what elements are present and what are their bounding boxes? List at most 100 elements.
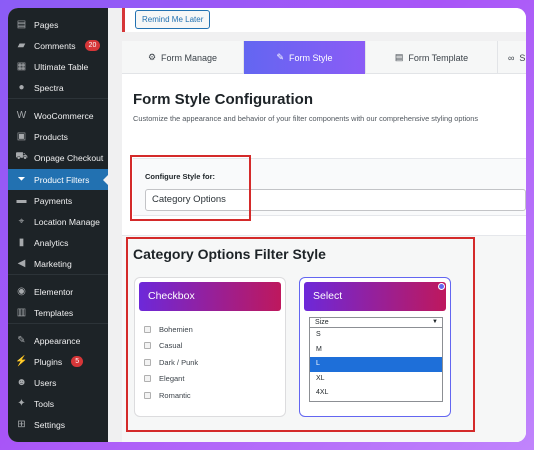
checkbox-input[interactable] (144, 342, 151, 350)
sidebar-item-plugins[interactable]: ⚡ Plugins 5 (8, 351, 108, 372)
elementor-icon: ◉ (17, 286, 26, 297)
checkbox-label: Dark / Punk (159, 357, 199, 367)
sidebar-item-label: Pages (34, 19, 59, 30)
sidebar-item-marketing[interactable]: ◀ Marketing (8, 253, 108, 274)
template-icon: ▤ (394, 52, 404, 62)
size-option[interactable]: M (310, 343, 442, 358)
size-option[interactable]: S (310, 328, 442, 343)
filter-icon: ⏷ (17, 174, 26, 185)
sidebar-item-product-filters[interactable]: ⏷ Product Filters (8, 169, 108, 190)
tab-label: Form Style (289, 52, 333, 63)
checkbox-option[interactable]: Elegant (144, 371, 198, 388)
size-option[interactable]: 4XL (310, 386, 442, 401)
size-select[interactable]: Size ▼ (309, 317, 443, 328)
sidebar-item-templates[interactable]: ▥ Templates (8, 302, 108, 323)
sidebar-divider (8, 323, 108, 324)
checkbox-label: Romantic (159, 390, 191, 400)
checkbox-input[interactable] (144, 391, 151, 399)
pages-icon: ▤ (16, 19, 27, 30)
checkbox-option[interactable]: Romantic (144, 387, 198, 404)
sidebar-item-label: Ultimate Table (34, 61, 89, 72)
page-description: Customize the appearance and behavior of… (133, 114, 479, 123)
highlight-box-config (130, 155, 251, 221)
size-select-placeholder: Size (315, 319, 329, 326)
sidebar-item-label: Analytics (34, 237, 69, 248)
cart-icon: ⛟ (15, 151, 28, 162)
sidebar-item-label: Appearance (34, 335, 81, 346)
checkbox-option[interactable]: Dark / Punk (144, 354, 198, 371)
sidebar-item-products[interactable]: ▣ Products (8, 126, 108, 147)
tab-seo[interactable]: ∞ SEO (498, 41, 526, 74)
sidebar-item-label: Settings (34, 419, 66, 430)
checkbox-style-card[interactable]: Checkbox Bohemien Casual Dark / Punk Elegan… (134, 277, 286, 417)
sidebar-item-label: Templates (34, 307, 74, 318)
analytics-icon: ▮ (18, 237, 25, 248)
count-badge: 5 (71, 356, 84, 367)
sidebar-item-appearance[interactable]: ✎ Appearance (8, 330, 108, 351)
payments-icon: ▬ (16, 195, 27, 206)
filter-style-section: Category Options Filter Style Checkbox B… (122, 235, 526, 442)
checkbox-list: Bohemien Casual Dark / Punk Elegant Romantic (144, 321, 198, 404)
page-title: Form Style Configuration (133, 91, 313, 108)
plugins-icon: ⚡ (15, 356, 28, 367)
checkbox-input[interactable] (144, 325, 151, 333)
remind-me-later-button[interactable]: Remind Me Later (135, 10, 211, 29)
sidebar-item-elementor[interactable]: ◉ Elementor (8, 281, 108, 302)
sidebar-item-label: Elementor (34, 286, 74, 297)
tab-label: Form Manage (161, 52, 218, 63)
sidebar-item-analytics[interactable]: ▮ Analytics (8, 232, 108, 253)
size-dropdown[interactable]: Size ▼ S M L XL 4XL (309, 317, 443, 402)
app-window: ▤ Pages ▰ Comments 20 ▦ Ultimate Table ● Spectra… (8, 8, 526, 442)
selected-indicator-icon (438, 283, 445, 290)
sidebar-item-label: Plugins (34, 356, 63, 367)
sidebar-item-label: Tools (34, 398, 55, 409)
config-panel: Form Style Configuration Customize the a… (122, 74, 526, 442)
sidebar-item-location-manage[interactable]: ⌖ Location Manage (8, 211, 108, 232)
checkbox-input[interactable] (144, 358, 151, 366)
checkbox-option[interactable]: Casual (144, 338, 198, 355)
sidebar-item-woocommerce[interactable]: W WooCommerce (8, 105, 108, 126)
sidebar-item-label: Product Filters (34, 174, 90, 185)
sidebar-item-users[interactable]: ☻ Users (8, 372, 108, 393)
chevron-down-icon: ▼ (432, 319, 438, 325)
tab-form-template[interactable]: ▤ Form Template (366, 41, 498, 74)
manage-icon: ⚙ (147, 52, 157, 62)
sidebar-item-comments[interactable]: ▰ Comments 20 (8, 35, 108, 56)
sidebar-item-label: Location Manage (34, 216, 100, 227)
woocommerce-icon: W (16, 110, 27, 121)
table-icon: ▦ (16, 61, 27, 72)
checkbox-label: Elegant (159, 374, 185, 384)
main-content: Remind Me Later ⚙ Form Manage ✎ Form Style ▤… (108, 8, 526, 442)
products-icon: ▣ (16, 131, 27, 142)
sidebar-item-onpage-checkout[interactable]: ⛟ Onpage Checkout (8, 147, 108, 168)
sidebar-item-settings[interactable]: ⊞ Settings (8, 414, 108, 435)
sidebar-item-label: Products (34, 131, 68, 142)
checkbox-option[interactable]: Bohemien (144, 321, 198, 338)
sidebar-item-label: Users (34, 377, 57, 388)
sidebar-item-pages[interactable]: ▤ Pages (8, 14, 108, 35)
tab-form-manage[interactable]: ⚙ Form Manage (122, 41, 244, 74)
notice-bar: Remind Me Later (122, 8, 526, 32)
sidebar-item-spectra[interactable]: ● Spectra (8, 77, 108, 98)
appearance-icon: ✎ (17, 335, 26, 346)
checkbox-label: Casual (159, 341, 183, 351)
settings-icon: ⊞ (17, 419, 26, 430)
brush-icon: ✎ (276, 52, 285, 62)
sidebar-item-label: Spectra (34, 82, 64, 93)
admin-sidebar: ▤ Pages ▰ Comments 20 ▦ Ultimate Table ● Spectra… (8, 8, 108, 442)
sidebar-item-tools[interactable]: ✦ Tools (8, 393, 108, 414)
size-option[interactable]: L (310, 357, 442, 372)
marketing-icon: ◀ (17, 258, 26, 269)
users-icon: ☻ (16, 377, 27, 388)
checkbox-card-title: Checkbox (139, 282, 281, 311)
tab-form-style[interactable]: ✎ Form Style (244, 41, 366, 74)
sidebar-item-payments[interactable]: ▬ Payments (8, 190, 108, 211)
tab-label: Form Template (408, 52, 469, 63)
form-tabs: ⚙ Form Manage ✎ Form Style ▤ Form Template ∞ SE… (122, 41, 526, 74)
spectra-icon: ● (18, 82, 25, 93)
checkbox-input[interactable] (144, 375, 151, 383)
select-style-card[interactable]: Select Size ▼ S M L XL 4XL (299, 277, 451, 417)
size-option[interactable]: XL (310, 372, 442, 387)
sidebar-item-label: WooCommerce (34, 110, 94, 121)
sidebar-item-ultimate-table[interactable]: ▦ Ultimate Table (8, 56, 108, 77)
